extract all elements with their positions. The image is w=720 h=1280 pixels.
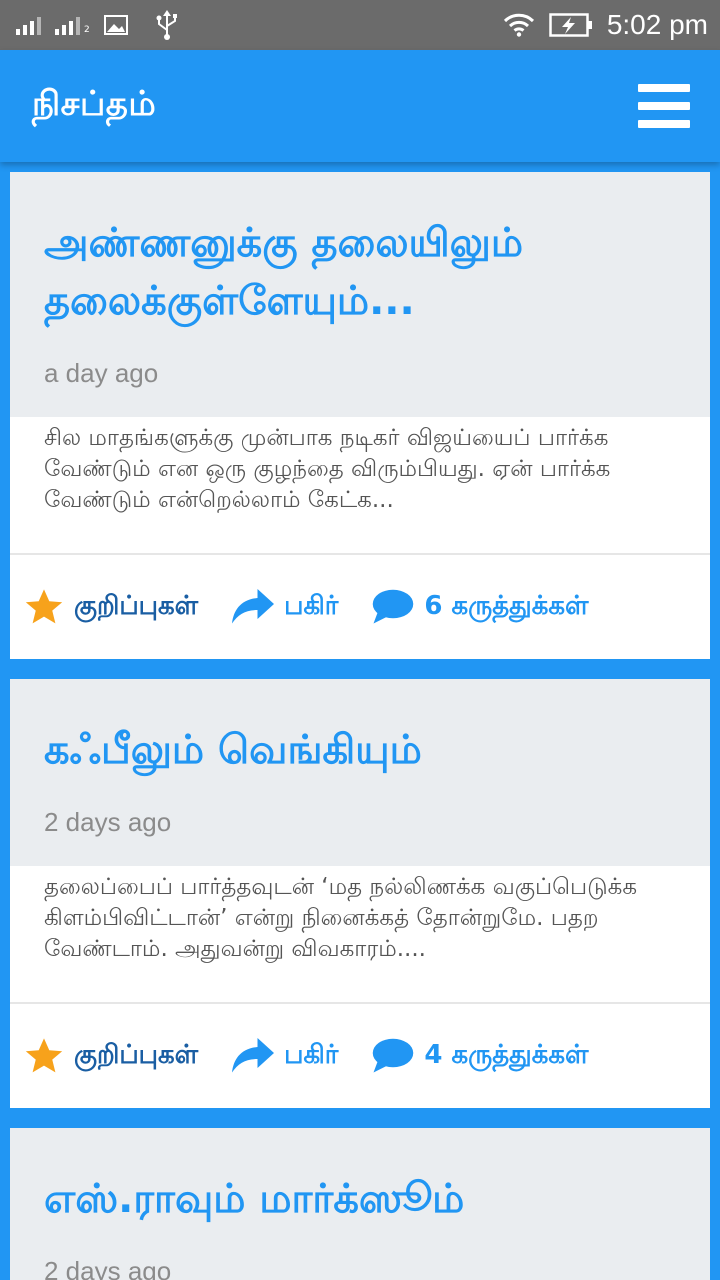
post-time: 2 days ago xyxy=(44,1256,172,1280)
star-icon xyxy=(25,589,63,624)
post-card[interactable]: எஸ்.ராவும் மார்க்ஸூம் 2 days ago xyxy=(10,1128,710,1280)
battery-charging-icon xyxy=(549,13,592,37)
comments-label: 6 கருத்துக்கள் xyxy=(424,590,589,621)
hamburger-menu-icon[interactable] xyxy=(638,84,690,128)
bookmark-label: குறிப்புகள் xyxy=(74,1039,199,1070)
comment-icon xyxy=(373,1038,414,1073)
bookmark-button[interactable]: குறிப்புகள் xyxy=(24,1037,198,1075)
image-icon xyxy=(103,15,128,35)
post-card[interactable]: அண்ணனுக்கு தலையிலும் தலைக்குள்ளேயும்... … xyxy=(10,172,710,659)
signal-icon xyxy=(16,15,41,35)
share-arrow-icon xyxy=(232,589,275,624)
share-label: பகிர் xyxy=(284,590,339,621)
post-excerpt[interactable]: சில மாதங்களுக்கு முன்பாக நடிகர் விஜய்யைப… xyxy=(10,417,710,555)
comments-button[interactable]: 6 கருத்துக்கள் xyxy=(372,589,588,625)
post-card[interactable]: கஃபீலும் வெங்கியும் 2 days ago தலைப்பைப்… xyxy=(10,679,710,1108)
status-time: 5:02 pm xyxy=(606,9,708,40)
wifi-icon xyxy=(503,13,534,37)
app-title: நிசப்தம் xyxy=(32,84,157,124)
bookmark-label: குறிப்புகள் xyxy=(74,590,199,621)
app-bar: நிசப்தம் xyxy=(0,50,720,162)
post-header[interactable]: கஃபீலும் வெங்கியும் 2 days ago xyxy=(10,679,710,866)
post-header[interactable]: எஸ்.ராவும் மார்க்ஸூம் 2 days ago xyxy=(10,1128,710,1280)
share-label: பகிர் xyxy=(284,1039,339,1070)
share-button[interactable]: பகிர் xyxy=(232,589,338,625)
post-time: a day ago xyxy=(44,358,159,388)
sim-2-label: 2 xyxy=(84,25,90,35)
post-actions: குறிப்புகள் பகிர் 6 கருத்துக்கள் xyxy=(10,555,710,659)
post-feed: அண்ணனுக்கு தலையிலும் தலைக்குள்ளேயும்... … xyxy=(10,172,710,1280)
post-title[interactable]: கஃபீலும் வெங்கியும் xyxy=(44,721,676,779)
post-excerpt[interactable]: தலைப்பைப் பார்த்தவுடன் ‘மத நல்லிணக்க வகு… xyxy=(10,866,710,1004)
status-right-icons: 5:02 pm xyxy=(503,9,708,41)
status-left-icons: 2 xyxy=(16,10,180,40)
star-icon xyxy=(25,1038,63,1073)
signal-2-icon: 2 xyxy=(55,15,90,35)
comments-label: 4 கருத்துக்கள் xyxy=(424,1039,589,1070)
status-bar: 2 5:02 pm xyxy=(0,0,720,50)
usb-icon xyxy=(156,10,177,40)
comment-icon xyxy=(373,589,414,624)
post-title[interactable]: எஸ்.ராவும் மார்க்ஸூம் xyxy=(44,1170,676,1228)
post-title[interactable]: அண்ணனுக்கு தலையிலும் தலைக்குள்ளேயும்... xyxy=(44,214,676,330)
post-actions: குறிப்புகள் பகிர் 4 கருத்துக்கள் xyxy=(10,1004,710,1108)
share-arrow-icon xyxy=(232,1038,275,1073)
share-button[interactable]: பகிர் xyxy=(232,1038,338,1074)
bookmark-button[interactable]: குறிப்புகள் xyxy=(24,588,198,626)
post-header[interactable]: அண்ணனுக்கு தலையிலும் தலைக்குள்ளேயும்... … xyxy=(10,172,710,417)
comments-button[interactable]: 4 கருத்துக்கள் xyxy=(372,1038,588,1074)
post-time: 2 days ago xyxy=(44,807,172,837)
